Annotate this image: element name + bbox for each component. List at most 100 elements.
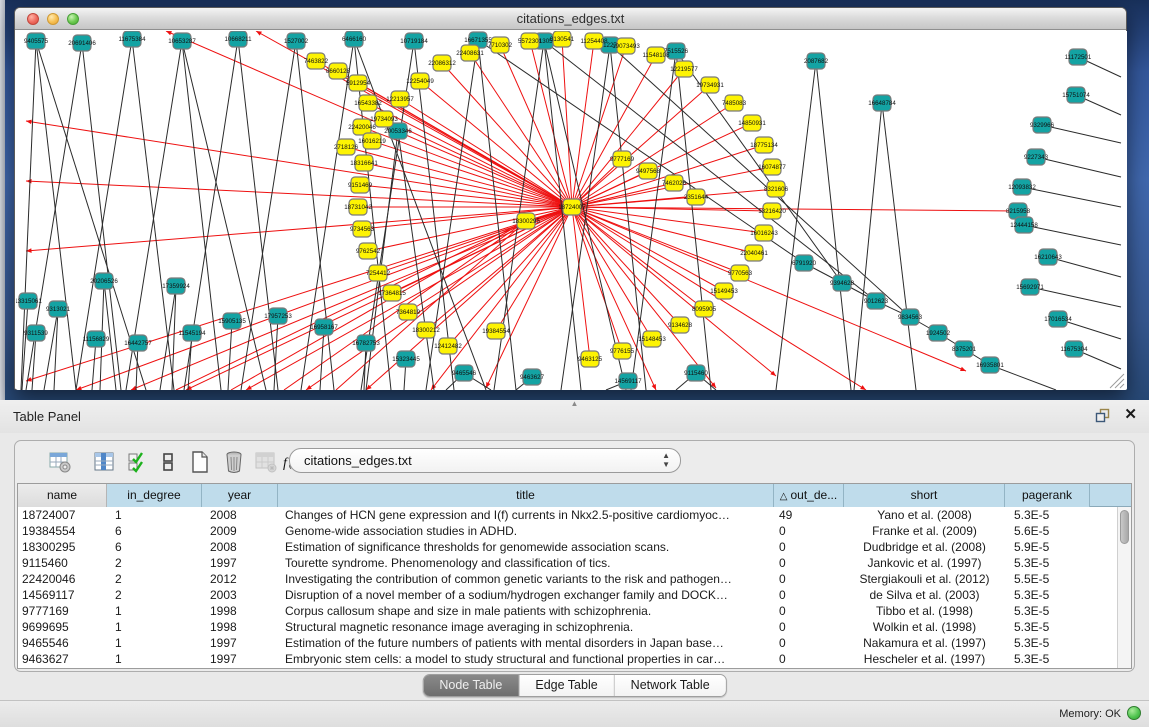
table-cell-title[interactable]: Corpus callosum shape and size in male p…: [278, 604, 774, 618]
network-window[interactable]: citations_edges.txt 94055752069140611675…: [14, 7, 1127, 390]
table-cell-name[interactable]: 19384554: [18, 524, 107, 538]
table-cell-in_degree[interactable]: 1: [107, 604, 202, 618]
table-cell-name[interactable]: 9699695: [18, 620, 107, 634]
table-cell-name[interactable]: 18300295: [18, 540, 107, 554]
table-cell-year[interactable]: 2008: [202, 508, 278, 522]
table-cell-short[interactable]: Tibbo et al. (1998): [844, 604, 1005, 618]
domino-icon[interactable]: [155, 449, 181, 475]
table-cell-title[interactable]: Changes of HCN gene expression and I(f) …: [278, 508, 774, 522]
network-table-select[interactable]: citations_edges.txt ▲▼: [289, 448, 681, 473]
table-cell-pagerank[interactable]: 5.5E-5: [1005, 572, 1090, 586]
table-cell-pagerank[interactable]: 5.3E-5: [1005, 604, 1090, 618]
table-cell-in_degree[interactable]: 1: [107, 508, 202, 522]
table-cell-year[interactable]: 2008: [202, 540, 278, 554]
table-cell-year[interactable]: 2003: [202, 588, 278, 602]
table-cell-title[interactable]: Tourette syndrome. Phenomenology and cla…: [278, 556, 774, 570]
table-cell-year[interactable]: 1997: [202, 556, 278, 570]
table-row[interactable]: 977716911998Corpus callosum shape and si…: [18, 603, 1117, 619]
table-cell-year[interactable]: 1998: [202, 620, 278, 634]
table-cell-name[interactable]: 9465546: [18, 636, 107, 650]
table-cell-out_de[interactable]: 0: [774, 556, 844, 570]
row-check-icon[interactable]: [125, 449, 151, 475]
table-cell-out_de[interactable]: 0: [774, 524, 844, 538]
table-row[interactable]: 1456911722003Disruption of a novel membe…: [18, 587, 1117, 603]
table-cell-in_degree[interactable]: 2: [107, 556, 202, 570]
table-cell-title[interactable]: Embryonic stem cells: a model to study s…: [278, 652, 774, 666]
table-cell-title[interactable]: Genome-wide association studies in ADHD.: [278, 524, 774, 538]
table-cell-in_degree[interactable]: 1: [107, 636, 202, 650]
table-cell-year[interactable]: 1997: [202, 636, 278, 650]
table-scrollbar-thumb[interactable]: [1120, 510, 1129, 544]
table-cell-title[interactable]: Disruption of a novel member of a sodium…: [278, 588, 774, 602]
table-cell-pagerank[interactable]: 5.3E-5: [1005, 556, 1090, 570]
table-cell-out_de[interactable]: 0: [774, 604, 844, 618]
table-cell-title[interactable]: Estimation of significance thresholds fo…: [278, 540, 774, 554]
table-cell-year[interactable]: 2009: [202, 524, 278, 538]
table-cell-short[interactable]: Hescheler et al. (1997): [844, 652, 1005, 666]
table-cell-out_de[interactable]: 0: [774, 652, 844, 666]
table-cell-short[interactable]: de Silva et al. (2003): [844, 588, 1005, 602]
tab-network-table[interactable]: Network Table: [615, 675, 726, 696]
table-cell-out_de[interactable]: 0: [774, 540, 844, 554]
close-panel-button[interactable]: ✕: [1124, 407, 1137, 423]
table-cell-short[interactable]: Dudbridge et al. (2008): [844, 540, 1005, 554]
network-canvas[interactable]: 9405575206914061167538410653287106682111…: [16, 31, 1127, 390]
table-settings-icon[interactable]: [47, 449, 73, 475]
table-cell-in_degree[interactable]: 6: [107, 540, 202, 554]
table-cell-out_de[interactable]: 0: [774, 620, 844, 634]
table-row[interactable]: 969969511998Structural magnetic resonanc…: [18, 619, 1117, 635]
table-cell-name[interactable]: 22420046: [18, 572, 107, 586]
table-cell-name[interactable]: 14569117: [18, 588, 107, 602]
table-row[interactable]: 946362711997Embryonic stem cells: a mode…: [18, 651, 1117, 667]
table-scrollbar[interactable]: [1117, 507, 1131, 668]
table-cell-pagerank[interactable]: 5.3E-5: [1005, 588, 1090, 602]
tab-node-table[interactable]: Node Table: [423, 675, 519, 696]
delete-table-icon[interactable]: [221, 449, 247, 475]
table-cell-name[interactable]: 9777169: [18, 604, 107, 618]
table-row[interactable]: 946554611997Estimation of the future num…: [18, 635, 1117, 651]
new-document-icon[interactable]: [187, 449, 213, 475]
table-cell-year[interactable]: 2012: [202, 572, 278, 586]
column-header-name[interactable]: name: [18, 484, 107, 507]
table-cell-short[interactable]: Franke et al. (2009): [844, 524, 1005, 538]
table-cell-short[interactable]: Stergiakouli et al. (2012): [844, 572, 1005, 586]
table-row[interactable]: 2242004622012Investigating the contribut…: [18, 571, 1117, 587]
column-header-pagerank[interactable]: pagerank: [1005, 484, 1090, 507]
table-cell-year[interactable]: 1997: [202, 652, 278, 666]
table-cell-pagerank[interactable]: 5.9E-5: [1005, 540, 1090, 554]
splitter-handle-icon[interactable]: ▲: [571, 399, 579, 408]
table-cell-pagerank[interactable]: 5.3E-5: [1005, 636, 1090, 650]
table-cell-pagerank[interactable]: 5.3E-5: [1005, 652, 1090, 666]
table-cell-title[interactable]: Structural magnetic resonance image aver…: [278, 620, 774, 634]
table-cell-in_degree[interactable]: 2: [107, 588, 202, 602]
column-header-year[interactable]: year: [202, 484, 278, 507]
citation-network-graph[interactable]: 9405575206914061167538410653287106682111…: [16, 31, 1127, 390]
table-cell-name[interactable]: 18724007: [18, 508, 107, 522]
table-cell-out_de[interactable]: 0: [774, 636, 844, 650]
table-row[interactable]: 1872400712008Changes of HCN gene express…: [18, 507, 1117, 523]
network-window-titlebar[interactable]: citations_edges.txt: [15, 8, 1126, 30]
table-cell-in_degree[interactable]: 6: [107, 524, 202, 538]
table-cell-name[interactable]: 9463627: [18, 652, 107, 666]
table-cell-name[interactable]: 9115460: [18, 556, 107, 570]
table-cell-in_degree[interactable]: 1: [107, 652, 202, 666]
table-row[interactable]: 1938455462009Genome-wide association stu…: [18, 523, 1117, 539]
table-cell-out_de[interactable]: 49: [774, 508, 844, 522]
table-row[interactable]: 911546021997Tourette syndrome. Phenomeno…: [18, 555, 1117, 571]
column-header-out_de[interactable]: △out_de...: [774, 484, 844, 507]
table-row[interactable]: 1830029562008Estimation of significance …: [18, 539, 1117, 555]
table-cell-in_degree[interactable]: 2: [107, 572, 202, 586]
table-cell-short[interactable]: Yano et al. (2008): [844, 508, 1005, 522]
column-header-short[interactable]: short: [844, 484, 1005, 507]
table-cell-title[interactable]: Estimation of the future numbers of pati…: [278, 636, 774, 650]
table-cell-in_degree[interactable]: 1: [107, 620, 202, 634]
float-panel-icon[interactable]: [1095, 408, 1110, 423]
column-header-in_degree[interactable]: in_degree: [107, 484, 202, 507]
table-cell-title[interactable]: Investigating the contribution of common…: [278, 572, 774, 586]
select-columns-icon[interactable]: [91, 449, 117, 475]
column-header-title[interactable]: title: [278, 484, 774, 507]
table-cell-pagerank[interactable]: 5.3E-5: [1005, 620, 1090, 634]
table-cell-short[interactable]: Wolkin et al. (1998): [844, 620, 1005, 634]
table-cell-out_de[interactable]: 0: [774, 588, 844, 602]
table-cell-out_de[interactable]: 0: [774, 572, 844, 586]
